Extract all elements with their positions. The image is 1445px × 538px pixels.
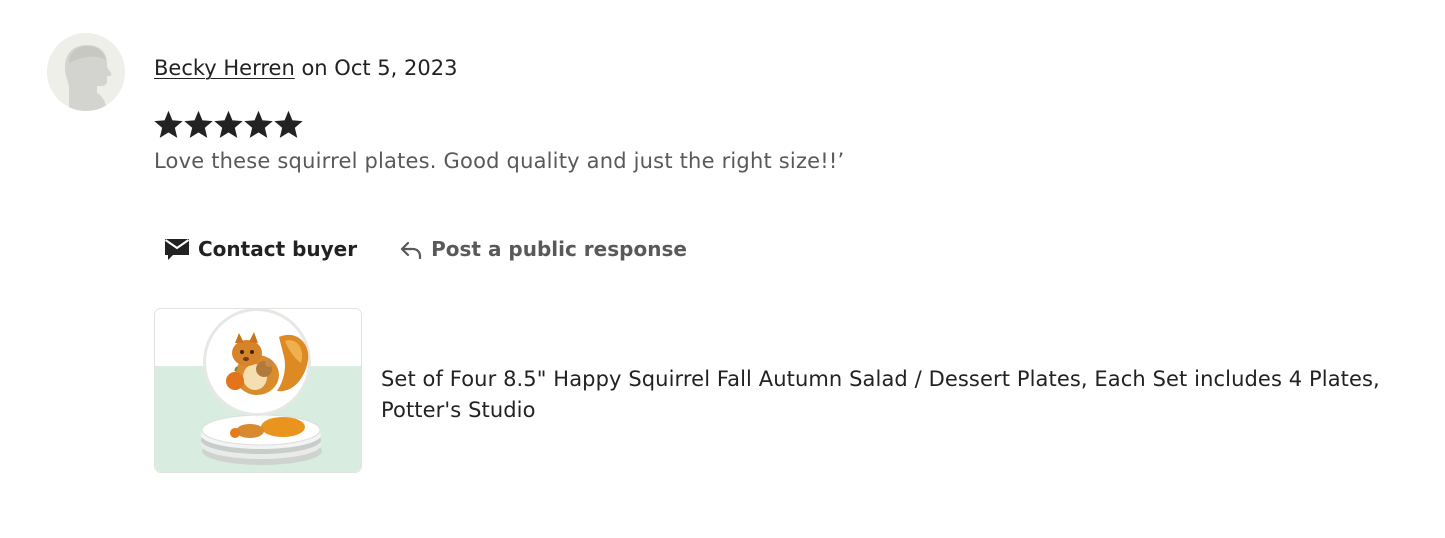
default-profile-silhouette-icon (47, 33, 125, 111)
squirrel-plates-image (155, 309, 361, 472)
post-public-response-button[interactable]: Post a public response (399, 237, 687, 261)
star-filled-icon (214, 110, 243, 138)
review-text: Love these squirrel plates. Good quality… (154, 149, 845, 173)
star-filled-icon (244, 110, 273, 138)
star-rating (154, 109, 303, 141)
review-date: on Oct 5, 2023 (301, 56, 458, 80)
product-thumbnail[interactable] (154, 308, 362, 473)
review-header: Becky Herren on Oct 5, 2023 (154, 54, 457, 82)
product-title-link[interactable]: Set of Four 8.5" Happy Squirrel Fall Aut… (381, 364, 1421, 426)
star-filled-icon (154, 110, 183, 138)
envelope-icon (164, 237, 190, 261)
star-filled-icon (274, 110, 303, 138)
reviewer-avatar[interactable] (47, 33, 125, 111)
post-public-response-label: Post a public response (431, 237, 687, 261)
contact-buyer-label: Contact buyer (198, 237, 358, 261)
review-actions: Contact buyer Post a public response (164, 234, 687, 264)
contact-buyer-button[interactable]: Contact buyer (164, 237, 357, 261)
star-filled-icon (184, 110, 213, 138)
reply-arrow-icon (399, 237, 423, 261)
reviewer-name-link[interactable]: Becky Herren (154, 56, 295, 80)
